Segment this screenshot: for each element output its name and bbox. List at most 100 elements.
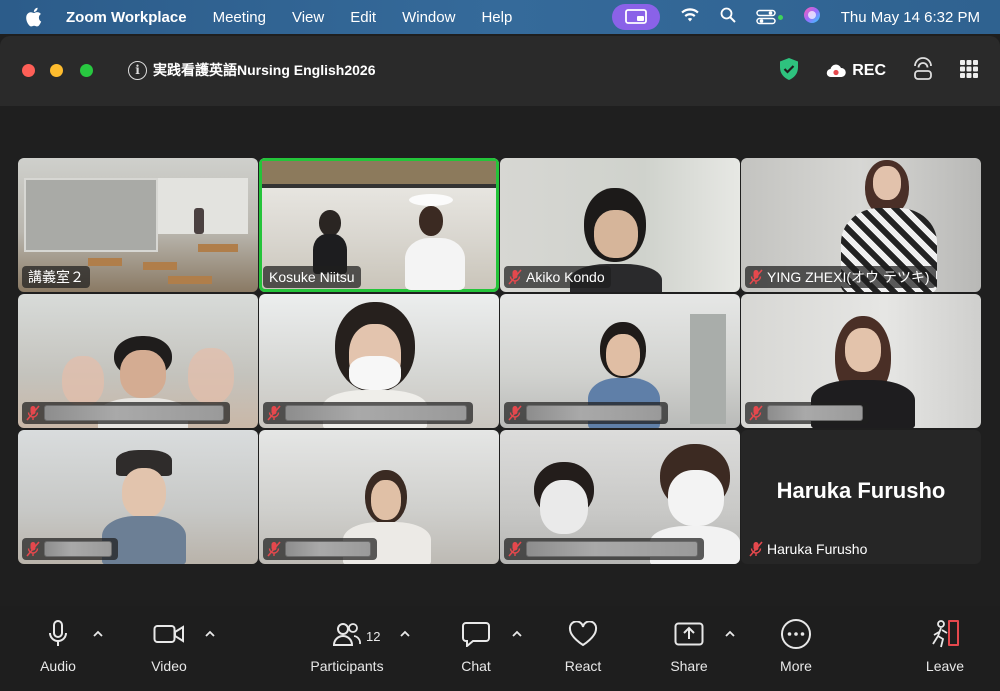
more-button[interactable]: More — [774, 614, 818, 684]
menu-view[interactable]: View — [292, 9, 324, 26]
microphone-icon — [49, 620, 67, 646]
participant-name: Akiko Kondo — [526, 269, 605, 285]
zoom-meeting-window: i 実践看護英語Nursing English2026 REC 講義室２ Kos… — [0, 36, 1000, 691]
gallery-view-grid-icon[interactable] — [960, 59, 978, 83]
fullscreen-window-button[interactable] — [80, 64, 93, 77]
menu-edit[interactable]: Edit — [350, 9, 376, 26]
meeting-info[interactable]: i 実践看護英語Nursing English2026 — [128, 60, 375, 80]
encryption-shield-icon[interactable] — [778, 57, 800, 86]
video-tile[interactable]: YING ZHEXI(オウ テツキ) — [741, 158, 981, 292]
microphone-muted-icon — [508, 269, 522, 285]
participant-name: 講義室２ — [28, 269, 84, 285]
heart-icon — [568, 621, 598, 647]
meeting-controls-toolbar: Audio Video Participants 12 Chat React S… — [0, 606, 1000, 691]
chat-label: Chat — [461, 658, 491, 674]
menu-help[interactable]: Help — [481, 9, 512, 26]
microphone-muted-icon — [267, 405, 281, 421]
participant-name: YING ZHEXI(オウ テツキ) — [767, 269, 930, 285]
participant-name-tag — [504, 538, 704, 560]
video-gallery: 講義室２ Kosuke Niitsu Akiko Kondo YING ZHEX… — [18, 158, 981, 565]
participant-name-tag — [22, 538, 118, 560]
react-label: React — [564, 658, 602, 674]
chat-button[interactable]: Chat — [456, 614, 496, 684]
microphone-muted-icon — [749, 541, 763, 557]
participant-name-tag: Kosuke Niitsu — [263, 266, 361, 288]
close-window-button[interactable] — [22, 64, 35, 77]
video-tile[interactable] — [741, 294, 981, 428]
video-tile[interactable] — [259, 294, 499, 428]
participant-name-tag — [504, 402, 668, 424]
leave-meeting-button[interactable]: Leave — [920, 614, 970, 684]
video-tile-classroom[interactable]: 講義室２ — [18, 158, 258, 292]
menu-meeting[interactable]: Meeting — [213, 9, 266, 26]
participant-name-tag: YING ZHEXI(オウ テツキ) — [745, 266, 936, 288]
microphone-muted-icon — [26, 405, 40, 421]
window-title-bar: i 実践看護英語Nursing English2026 REC — [0, 36, 1000, 106]
participant-name-tag — [22, 402, 230, 424]
microphone-muted-icon — [508, 541, 522, 557]
wifi-icon[interactable] — [680, 7, 700, 27]
menu-bar-clock[interactable]: Thu May 14 6:32 PM — [841, 9, 980, 26]
microphone-muted-icon — [508, 405, 522, 421]
participants-count: 12 — [366, 629, 381, 644]
microphone-muted-icon — [749, 405, 763, 421]
participants-options-chevron-up-icon[interactable] — [399, 628, 411, 640]
video-button[interactable]: Video — [146, 614, 192, 684]
video-tile-camera-off[interactable]: Haruka Furusho Haruka Furusho — [741, 430, 981, 564]
participants-button[interactable]: Participants — [304, 614, 390, 684]
participant-name-tag — [263, 538, 377, 560]
redacted-name — [44, 405, 224, 421]
video-tile[interactable]: Akiko Kondo — [500, 158, 740, 292]
menu-app-name[interactable]: Zoom Workplace — [66, 9, 187, 26]
leave-door-icon — [932, 620, 959, 648]
video-tile[interactable] — [500, 294, 740, 428]
macos-menu-bar: Zoom Workplace Meeting View Edit Window … — [0, 0, 1000, 34]
audio-button[interactable]: Audio — [34, 614, 82, 684]
control-center-icon[interactable] — [756, 9, 783, 25]
info-icon[interactable]: i — [128, 60, 147, 80]
leave-label: Leave — [925, 658, 965, 674]
video-camera-icon — [153, 625, 184, 643]
video-tile[interactable] — [18, 430, 258, 564]
rec-label: REC — [852, 62, 886, 79]
participant-name-tag: 講義室２ — [22, 266, 90, 288]
react-button[interactable]: React — [560, 614, 606, 684]
audio-label: Audio — [40, 658, 76, 674]
screen-share-status-icon[interactable] — [611, 4, 660, 30]
chat-bubble-icon — [462, 622, 490, 647]
redacted-name — [526, 541, 698, 557]
minimize-window-button[interactable] — [50, 64, 63, 77]
redacted-name — [526, 405, 662, 421]
projector-screen — [24, 178, 158, 252]
video-tile[interactable] — [18, 294, 258, 428]
spotlight-search-icon[interactable] — [720, 7, 736, 27]
participant-name-tag: Akiko Kondo — [504, 266, 611, 288]
microphone-muted-icon — [749, 269, 763, 285]
participants-label: Participants — [310, 658, 384, 674]
microphone-muted-icon — [26, 541, 40, 557]
share-options-chevron-up-icon[interactable] — [724, 628, 736, 640]
share-label: Share — [670, 658, 708, 674]
participant-name-tag — [263, 402, 473, 424]
share-screen-button[interactable]: Share — [666, 614, 712, 684]
redacted-name — [285, 405, 467, 421]
video-tile[interactable] — [259, 430, 499, 564]
meeting-title: 実践看護英語Nursing English2026 — [153, 62, 376, 78]
more-ellipsis-icon — [781, 619, 811, 649]
cloud-recording-indicator[interactable]: REC — [826, 62, 886, 80]
video-tile[interactable] — [500, 430, 740, 564]
participants-icon — [332, 623, 361, 646]
share-screen-icon — [674, 622, 704, 646]
siri-icon[interactable] — [803, 6, 821, 28]
participant-name-tag — [745, 402, 869, 424]
immersive-view-icon[interactable] — [912, 56, 934, 86]
more-label: More — [780, 658, 812, 674]
apple-icon[interactable] — [22, 7, 44, 27]
participant-display-name: Haruka Furusho — [776, 478, 946, 503]
chat-options-chevron-up-icon[interactable] — [511, 628, 523, 640]
audio-options-chevron-up-icon[interactable] — [92, 628, 104, 640]
video-tile-active-speaker[interactable]: Kosuke Niitsu — [259, 158, 499, 292]
microphone-muted-icon — [267, 541, 281, 557]
menu-window[interactable]: Window — [402, 9, 455, 26]
video-options-chevron-up-icon[interactable] — [204, 628, 216, 640]
